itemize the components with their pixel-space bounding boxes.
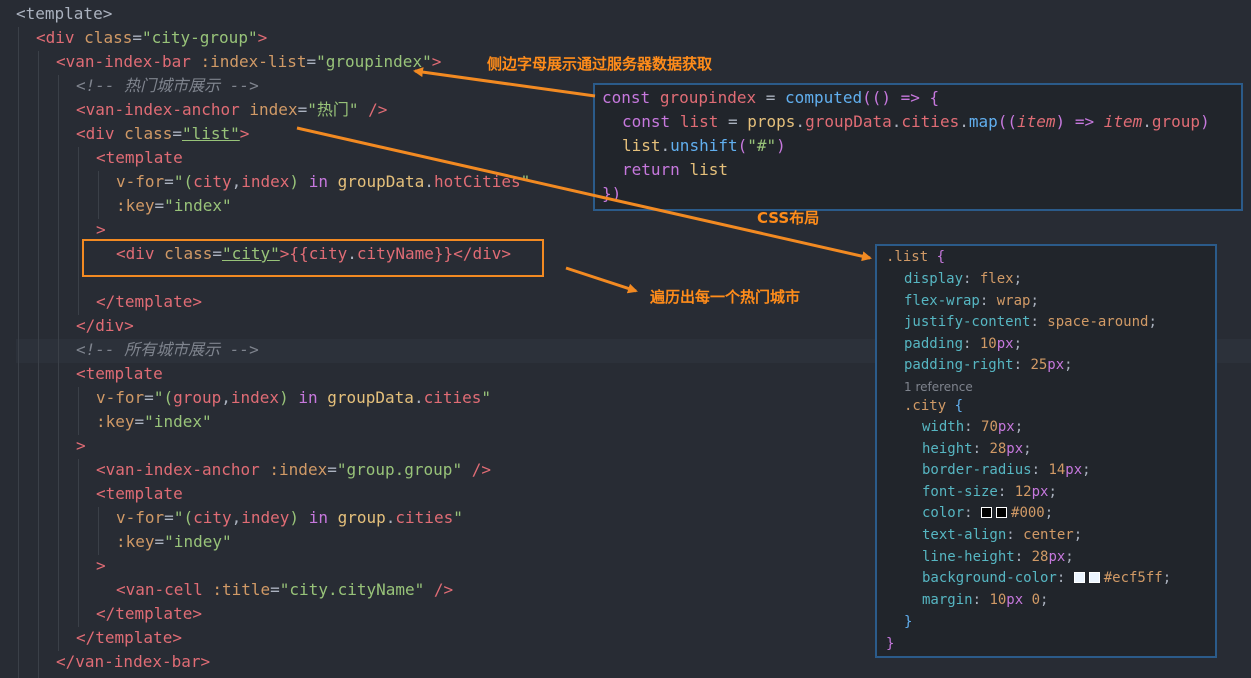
arrow-from-city-div <box>565 266 638 294</box>
arrow-to-css-panel <box>296 126 872 262</box>
annotation-arrows <box>296 67 872 294</box>
arrow-to-index-list <box>413 67 596 98</box>
